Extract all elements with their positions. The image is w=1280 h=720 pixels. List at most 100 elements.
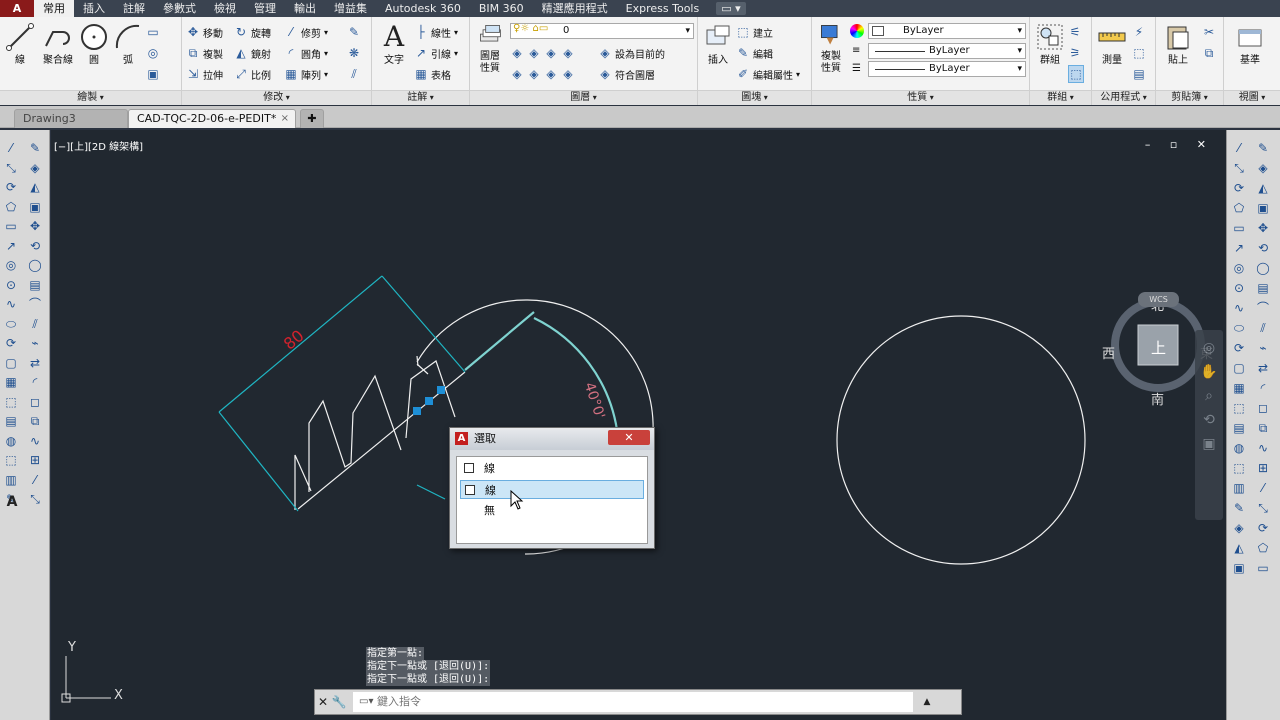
right-toolbar-tool-icon[interactable]: ◭	[1231, 540, 1247, 556]
edit-attributes-button[interactable]: ✐ 編輯屬性 ▾	[736, 65, 800, 83]
left-toolbar-tool-icon[interactable]: ∿	[27, 433, 43, 449]
edit-block-button[interactable]: ✎ 編輯	[736, 44, 773, 62]
right-toolbar-tool-icon[interactable]: ⁄	[1231, 140, 1247, 156]
right-toolbar-tool-icon[interactable]: ⧉	[1255, 420, 1271, 436]
right-toolbar-tool-icon[interactable]: ∿	[1231, 300, 1247, 316]
calculator-button[interactable]: ▤	[1132, 65, 1146, 83]
stretch-button[interactable]: ⇲ 拉伸	[186, 65, 223, 83]
left-toolbar-tool-icon[interactable]: ▤	[27, 277, 43, 293]
right-toolbar-tool-icon[interactable]: ↗	[1231, 240, 1247, 256]
cut-button[interactable]: ✂	[1202, 23, 1216, 41]
right-toolbar-tool-icon[interactable]: ⬠	[1231, 200, 1247, 216]
right-toolbar-tool-icon[interactable]: ▤	[1255, 280, 1271, 296]
right-toolbar-tool-icon[interactable]: ✎	[1231, 500, 1247, 516]
tab-bim360[interactable]: BIM 360	[470, 0, 533, 17]
linetype-dropdown[interactable]: ByLayer	[868, 43, 1026, 59]
right-toolbar-tool-icon[interactable]: ✎	[1255, 140, 1271, 156]
right-toolbar-tool-icon[interactable]: ⟳	[1231, 180, 1247, 196]
panel-title-clipboard[interactable]: 剪貼簿	[1156, 90, 1223, 105]
set-current-layer-button[interactable]: ◈ 設為目前的	[598, 44, 665, 62]
right-toolbar-tool-icon[interactable]: ⬠	[1255, 540, 1271, 556]
left-toolbar-tool-icon[interactable]: ▭	[3, 218, 19, 234]
left-toolbar-tool-icon[interactable]: ⤡	[27, 491, 43, 507]
polyline-button[interactable]: 聚合線	[38, 22, 78, 82]
dialog-title-bar[interactable]: A 選取 ✕	[450, 428, 654, 450]
left-toolbar-tool-icon[interactable]: ⌁	[27, 335, 43, 351]
right-toolbar-tool-icon[interactable]: ◯	[1255, 260, 1271, 276]
left-toolbar-tool-icon[interactable]: ✥	[27, 218, 43, 234]
close-cmdline-icon[interactable]: ✕	[315, 695, 331, 709]
tab-annotate[interactable]: 註解	[114, 0, 154, 17]
trim-button[interactable]: ⁄ 修剪 ▾	[284, 23, 328, 41]
tab-parametric[interactable]: 參數式	[154, 0, 205, 17]
right-toolbar-tool-icon[interactable]: ▤	[1231, 420, 1247, 436]
tab-view[interactable]: 檢視	[205, 0, 245, 17]
panel-title-draw[interactable]: 繪製	[0, 90, 181, 105]
linear-dimension-button[interactable]: ├ 線性 ▾	[414, 23, 458, 41]
left-toolbar-tool-icon[interactable]: ↗	[3, 238, 19, 254]
application-menu-button[interactable]: A	[0, 0, 34, 17]
left-toolbar-tool-icon[interactable]: ◯	[27, 257, 43, 273]
customize-cmdline-icon[interactable]: 🔧	[331, 695, 347, 709]
right-toolbar-tool-icon[interactable]: ⬚	[1231, 400, 1247, 416]
hatch-profile[interactable]	[294, 360, 456, 510]
left-toolbar-tool-icon[interactable]: ◜	[27, 374, 43, 390]
dimension-80[interactable]	[218, 275, 466, 512]
array-button[interactable]: ▦ 陣列 ▾	[284, 65, 328, 83]
tab-home[interactable]: 常用	[34, 0, 74, 17]
tab-express-tools[interactable]: Express Tools	[617, 0, 709, 17]
panel-title-groups[interactable]: 群組	[1030, 90, 1091, 105]
left-toolbar-tool-icon[interactable]: ⟳	[3, 179, 19, 195]
tab-insert[interactable]: 插入	[74, 0, 114, 17]
tab-output[interactable]: 輸出	[285, 0, 325, 17]
left-toolbar-tool-icon[interactable]: ⬭	[3, 316, 19, 332]
measure-button[interactable]: 測量	[1094, 22, 1130, 82]
left-toolbar-tool-icon[interactable]: ⧉	[27, 413, 43, 429]
layer-properties-button[interactable]: 圖層 性質	[474, 22, 506, 82]
arc-button[interactable]: 弧	[110, 22, 146, 82]
panel-title-properties[interactable]: 性質	[812, 90, 1029, 105]
layer-thaw-icon[interactable]: ◈	[544, 67, 558, 81]
list-item[interactable]: 線	[460, 459, 644, 478]
left-toolbar-tool-icon[interactable]: ⤡	[3, 160, 19, 176]
command-input[interactable]	[353, 692, 913, 712]
left-toolbar-tool-icon[interactable]: ◍	[3, 433, 19, 449]
right-toolbar-tool-icon[interactable]: ▭	[1255, 560, 1271, 576]
ungroup-button[interactable]: ⚟	[1068, 23, 1082, 41]
right-toolbar-tool-icon[interactable]: ⬭	[1231, 320, 1247, 336]
right-toolbar-tool-icon[interactable]: ⤡	[1255, 500, 1271, 516]
layer-unisolate-icon[interactable]: ◈	[527, 67, 541, 81]
explode-button[interactable]: ❋	[347, 44, 361, 62]
left-toolbar-tool-icon[interactable]: ⬚	[3, 394, 19, 410]
select-all-button[interactable]: ⬚	[1132, 44, 1146, 62]
right-toolbar-tool-icon[interactable]: ⟲	[1255, 240, 1271, 256]
leader-button[interactable]: ↗ 引線 ▾	[414, 44, 458, 62]
group-selection-button[interactable]: ⬚	[1068, 65, 1084, 83]
right-toolbar-tool-icon[interactable]: ◍	[1231, 440, 1247, 456]
right-toolbar-tool-icon[interactable]: ⌁	[1255, 340, 1271, 356]
layer-unlock-icon[interactable]: ◈	[561, 67, 575, 81]
history-toggle-icon[interactable]: ▲	[919, 697, 935, 707]
paste-button[interactable]: 貼上	[1160, 22, 1196, 82]
left-toolbar-tool-icon[interactable]: ⊙	[3, 277, 19, 293]
close-tab-icon[interactable]: ×	[281, 110, 289, 128]
left-toolbar-tool-icon[interactable]: ◻	[27, 394, 43, 410]
left-toolbar-tool-icon[interactable]: ▢	[3, 355, 19, 371]
copy-clip-button[interactable]: ⧉	[1202, 44, 1216, 62]
layer-lock-icon[interactable]: ◈	[561, 46, 575, 60]
right-toolbar-tool-icon[interactable]: ⇄	[1255, 360, 1271, 376]
left-toolbar-tool-icon[interactable]: ▤	[3, 413, 19, 429]
quick-select-button[interactable]: ⚡	[1132, 23, 1146, 41]
prompt-icon[interactable]: ▭▾	[359, 696, 373, 707]
group-button[interactable]: 群組	[1032, 22, 1068, 82]
left-toolbar-tool-icon[interactable]: ⁄	[27, 472, 43, 488]
right-toolbar-tool-icon[interactable]: ◈	[1255, 160, 1271, 176]
group-edit-button[interactable]: ⚞	[1068, 44, 1082, 62]
erase-button[interactable]: ✎	[347, 23, 361, 41]
right-toolbar-tool-icon[interactable]: ◜	[1255, 380, 1271, 396]
left-toolbar-tool-icon[interactable]: ◎	[3, 257, 19, 273]
right-toolbar-tool-icon[interactable]: ▦	[1231, 380, 1247, 396]
right-toolbar-tool-icon[interactable]: ◈	[1231, 520, 1247, 536]
left-toolbar-tool-icon[interactable]: ⬚	[3, 452, 19, 468]
right-toolbar-tool-icon[interactable]: ✥	[1255, 220, 1271, 236]
